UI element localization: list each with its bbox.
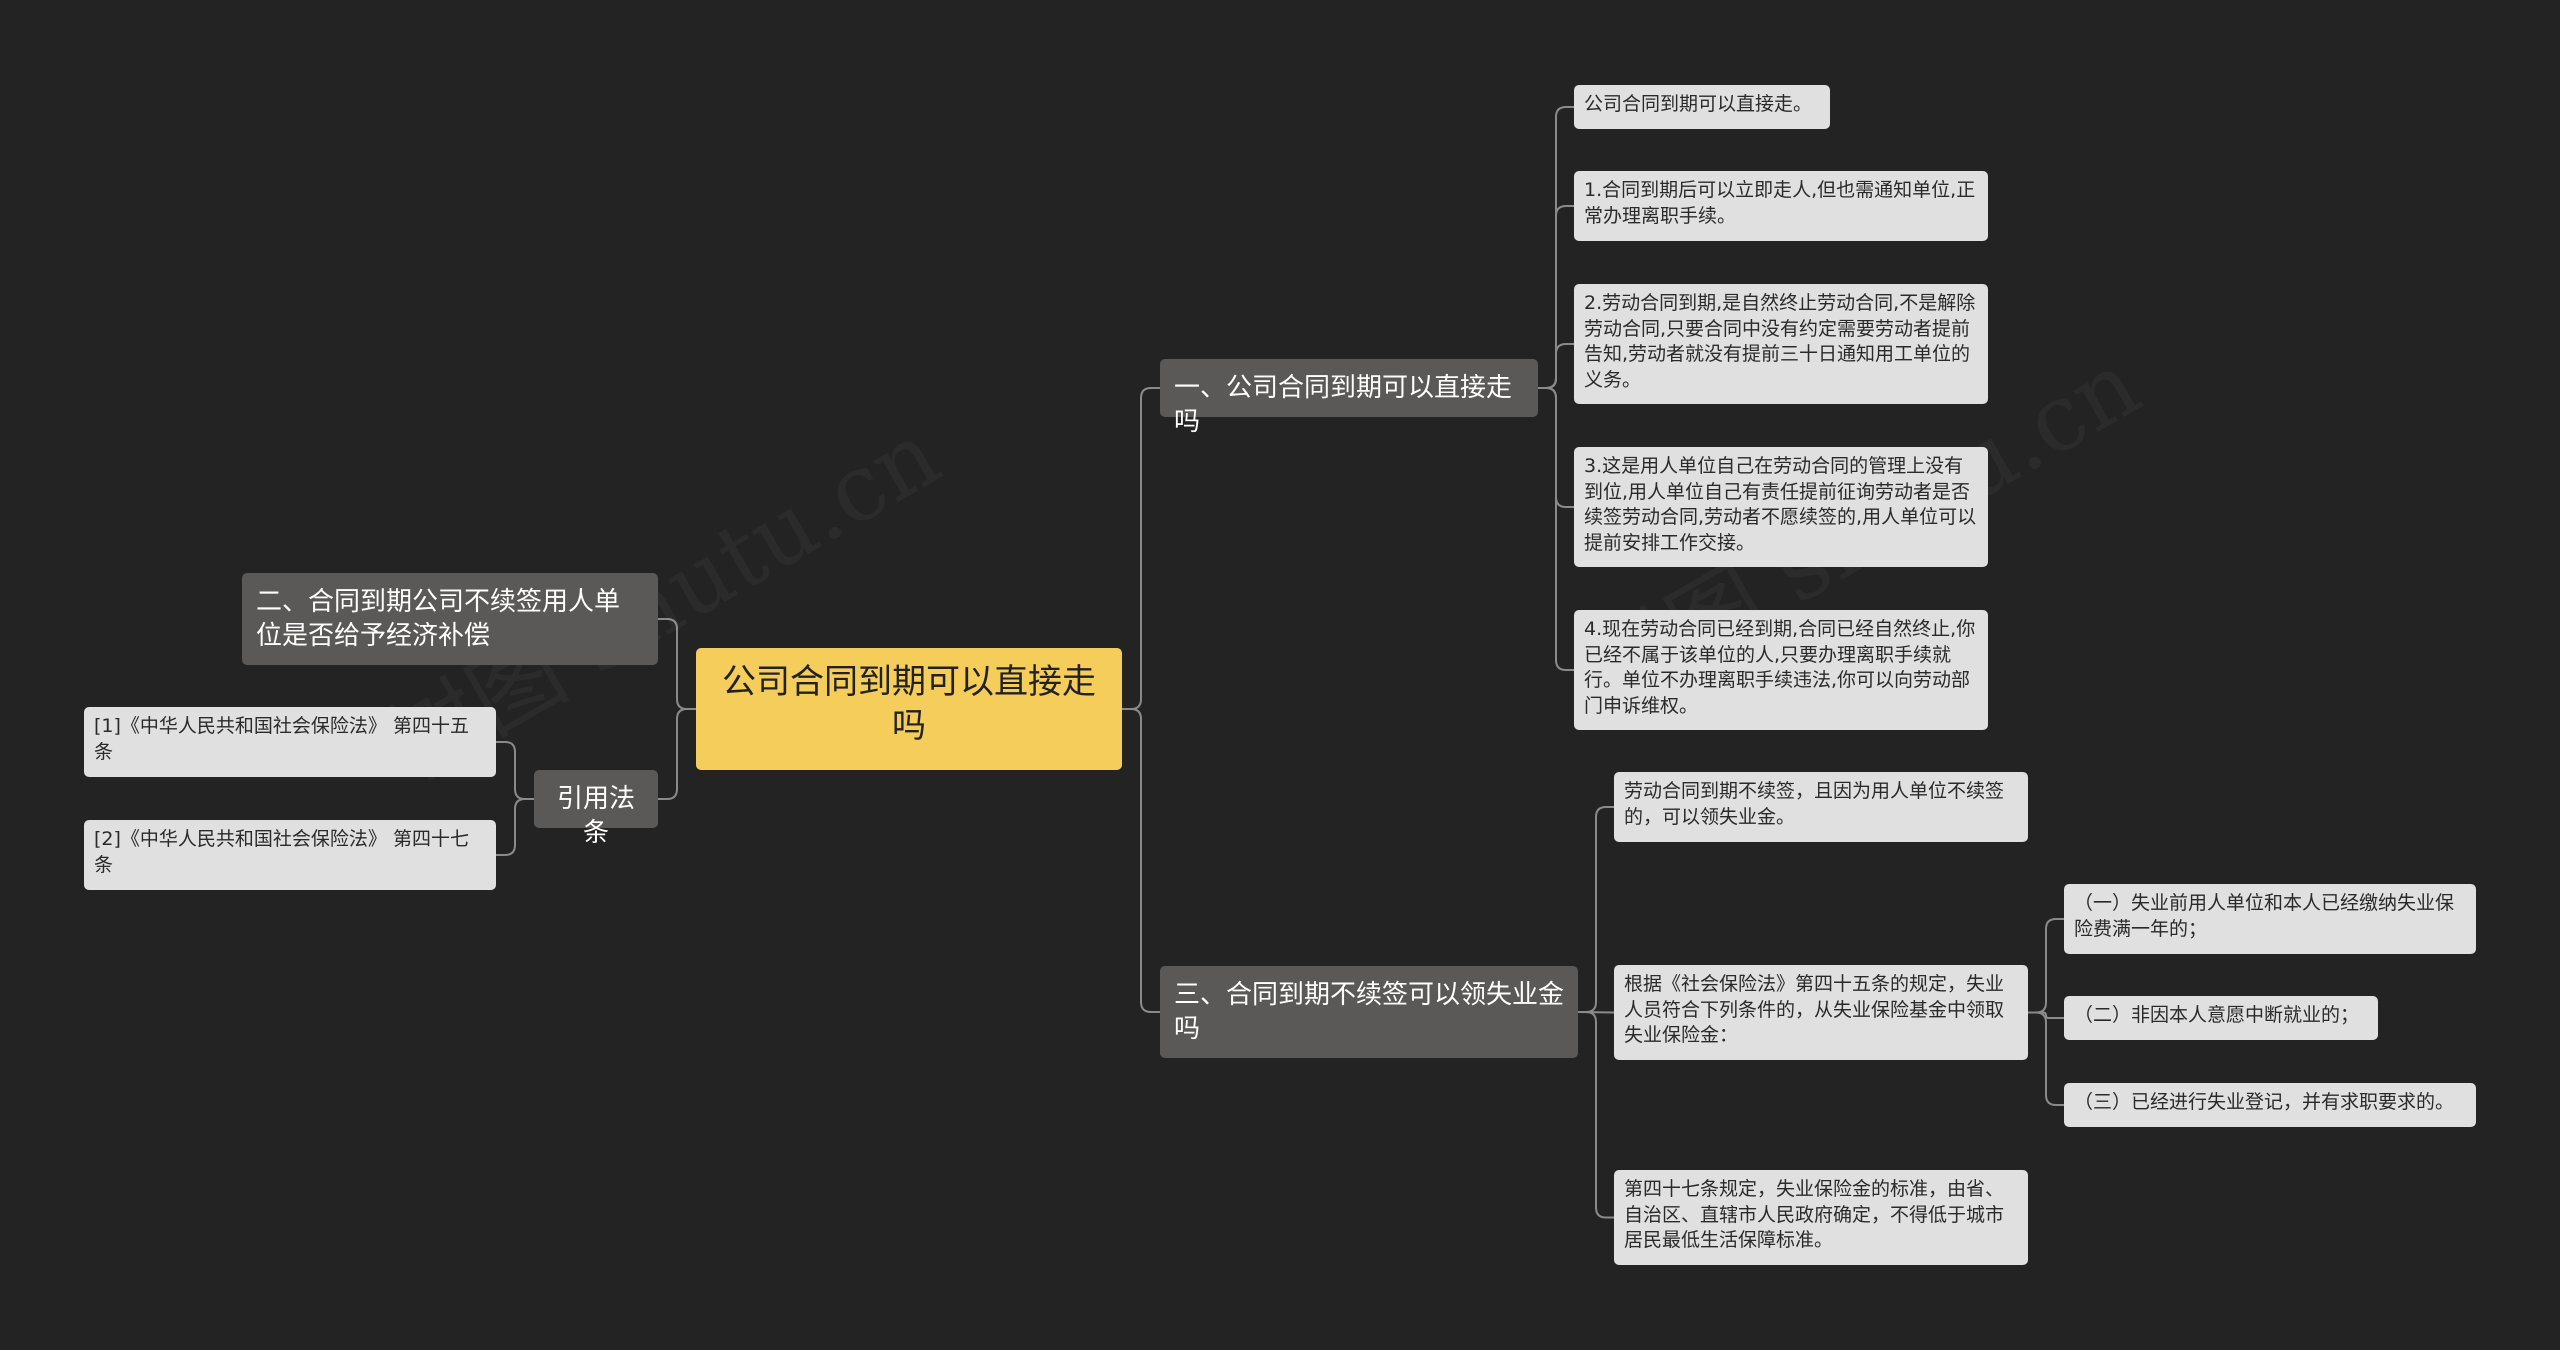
branch1-leaf[interactable]: 2.劳动合同到期,是自然终止劳动合同,不是解除劳动合同,只要合同中没有约定需要劳… — [1574, 284, 1988, 404]
branch1-leaf[interactable]: 公司合同到期可以直接走。 — [1574, 85, 1830, 129]
branch3-leaf[interactable]: 劳动合同到期不续签，且因为用人单位不续签的，可以领失业金。 — [1614, 772, 2028, 842]
condition-item[interactable]: （一）失业前用人单位和本人已经缴纳失业保险费满一年的； — [2064, 884, 2476, 954]
condition-item[interactable]: （三）已经进行失业登记，并有求职要求的。 — [2064, 1083, 2476, 1127]
branch3-leaf[interactable]: 第四十七条规定，失业保险金的标准，由省、自治区、直辖市人民政府确定，不得低于城市… — [1614, 1170, 2028, 1265]
branch1-leaf[interactable]: 3.这是用人单位自己在劳动合同的管理上没有到位,用人单位自己有责任提前征询劳动者… — [1574, 447, 1988, 567]
connector-line — [2028, 1011, 2064, 1106]
branch-unemployment-benefit[interactable]: 三、合同到期不续签可以领失业金吗 — [1160, 966, 1578, 1058]
connector-line — [658, 708, 696, 800]
branch1-leaf[interactable]: 4.现在劳动合同已经到期,合同已经自然终止,你已经不属于该单位的人,只要办理离职… — [1574, 610, 1988, 730]
connector-line — [1578, 806, 1614, 1013]
condition-item[interactable]: （二）非因本人意愿中断就业的； — [2064, 996, 2378, 1040]
root-topic[interactable]: 公司合同到期可以直接走吗 — [696, 648, 1122, 770]
connector-line — [1538, 343, 1574, 389]
branch3-leaf[interactable]: 根据《社会保险法》第四十五条的规定，失业人员符合下列条件的，从失业保险基金中领取… — [1614, 965, 2028, 1060]
connector-line — [2028, 918, 2064, 1014]
connector-line — [1122, 708, 1160, 1013]
citation-item[interactable]: [2]《中华人民共和国社会保险法》 第四十七条 — [84, 820, 496, 890]
connector-line — [1122, 387, 1160, 710]
branch1-leaf[interactable]: 1.合同到期后可以立即走人,但也需通知单位,正常办理离职手续。 — [1574, 171, 1988, 241]
branch-economic-compensation[interactable]: 二、合同到期公司不续签用人单位是否给予经济补偿 — [242, 573, 658, 665]
branch-citations[interactable]: 引用法条 — [534, 770, 658, 848]
connector-line — [1578, 1011, 1614, 1219]
branch-can-leave-directly[interactable]: 一、公司合同到期可以直接走吗 — [1160, 359, 1538, 437]
citation-item[interactable]: [1]《中华人民共和国社会保险法》 第四十五条 — [84, 707, 496, 777]
mind-map-canvas: 树图 shutu.cn 树图 shutu.cn 公司合同到期可以直接走吗 二、合… — [0, 0, 2560, 1350]
connector-line — [496, 798, 534, 856]
